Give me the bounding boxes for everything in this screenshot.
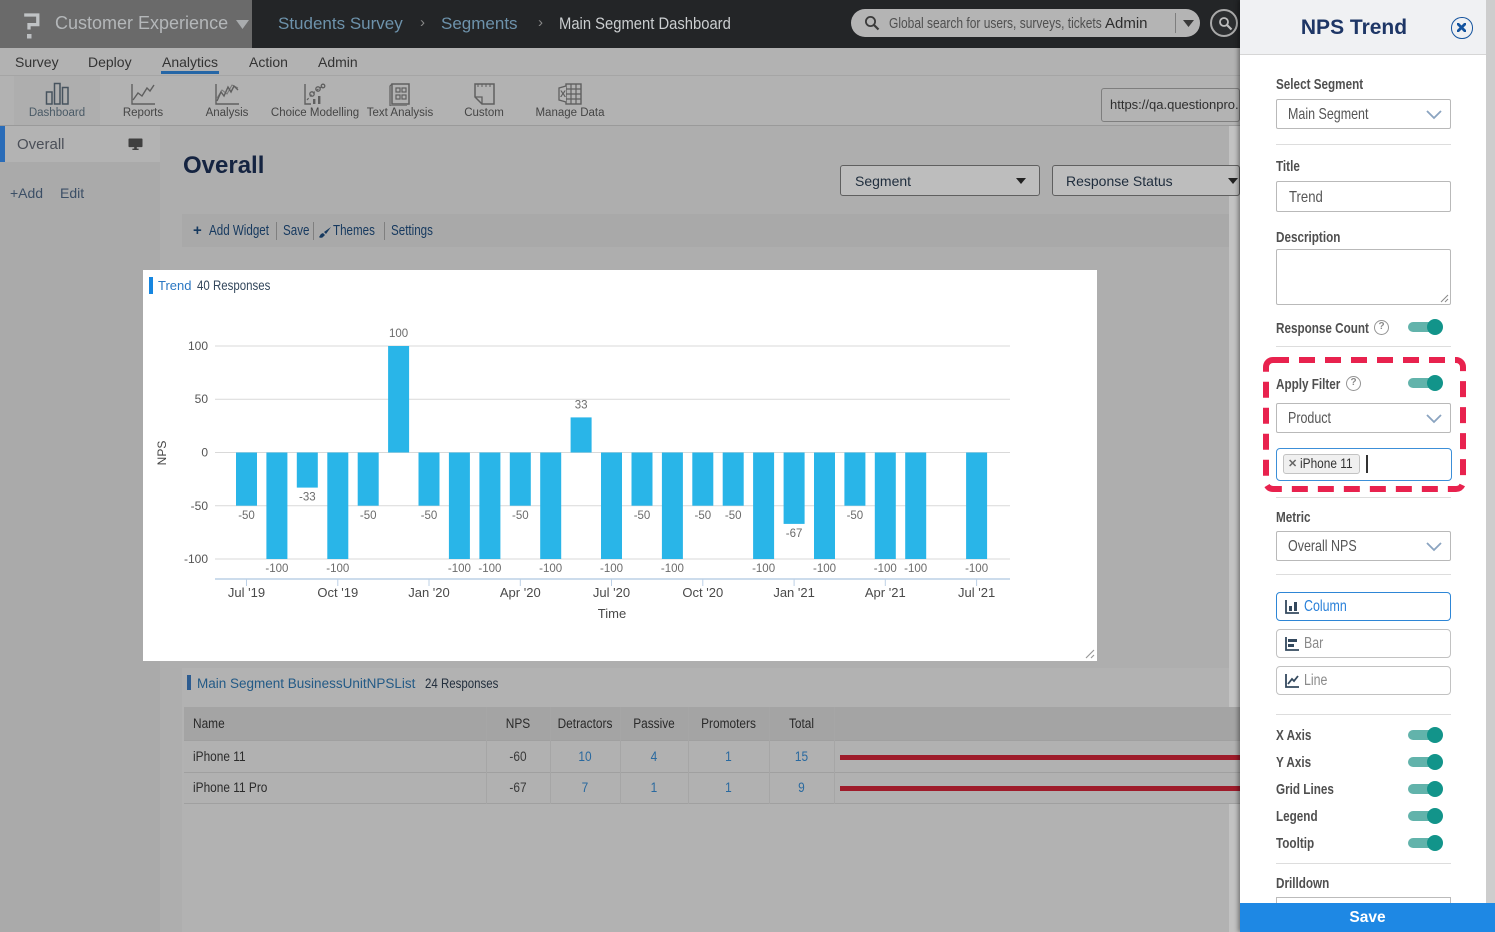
svg-text:Jul '21: Jul '21	[958, 585, 995, 600]
svg-text:-100: -100	[752, 563, 775, 575]
svg-text:-50: -50	[512, 510, 529, 522]
svg-text:-50: -50	[360, 510, 377, 522]
svg-text:-100: -100	[661, 563, 684, 575]
svg-text:-100: -100	[184, 552, 208, 566]
svg-text:NPS: NPS	[155, 441, 169, 466]
svg-text:-50: -50	[694, 510, 711, 522]
svg-text:Apr '21: Apr '21	[865, 585, 906, 600]
svg-text:Oct '20: Oct '20	[682, 585, 723, 600]
svg-text:-50: -50	[725, 510, 742, 522]
svg-text:100: 100	[188, 339, 208, 353]
svg-text:-100: -100	[600, 563, 623, 575]
svg-text:Jan '20: Jan '20	[408, 585, 450, 600]
svg-text:-100: -100	[478, 563, 501, 575]
svg-text:-50: -50	[421, 510, 438, 522]
svg-text:-50: -50	[191, 499, 209, 513]
svg-text:-100: -100	[965, 563, 988, 575]
svg-text:50: 50	[195, 392, 209, 406]
svg-text:Jul '20: Jul '20	[593, 585, 630, 600]
svg-text:X: X	[560, 89, 566, 99]
svg-text:Time: Time	[598, 606, 626, 621]
svg-text:-100: -100	[874, 563, 897, 575]
svg-text:Apr '20: Apr '20	[500, 585, 541, 600]
svg-text:-33: -33	[299, 492, 316, 504]
svg-text:0: 0	[201, 446, 208, 460]
svg-text:-100: -100	[904, 563, 927, 575]
svg-text:-67: -67	[786, 528, 803, 540]
svg-text:33: 33	[575, 399, 588, 411]
svg-text:-50: -50	[238, 510, 255, 522]
svg-text:Oct '19: Oct '19	[317, 585, 358, 600]
svg-text:-100: -100	[326, 563, 349, 575]
svg-text:Jan '21: Jan '21	[773, 585, 815, 600]
svg-text:100: 100	[389, 328, 408, 340]
svg-text:-100: -100	[813, 563, 836, 575]
svg-text:-100: -100	[265, 563, 288, 575]
svg-text:-100: -100	[539, 563, 562, 575]
svg-text:-50: -50	[847, 510, 864, 522]
svg-text:-100: -100	[448, 563, 471, 575]
svg-text:-50: -50	[634, 510, 651, 522]
svg-text:Jul '19: Jul '19	[228, 585, 265, 600]
